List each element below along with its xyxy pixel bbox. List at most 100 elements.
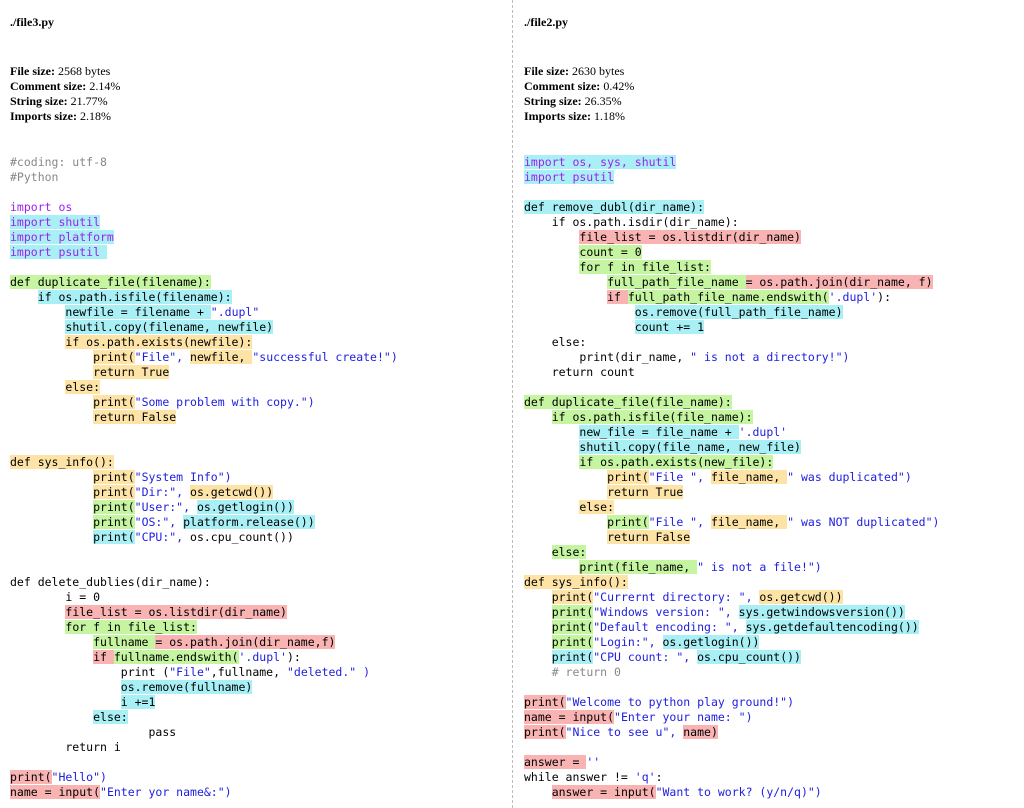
code-token: i +=1 xyxy=(120,695,156,709)
code-line: while answer != 'q': xyxy=(524,770,939,785)
right-code-view: import os, sys, shutil import psutil def r… xyxy=(524,155,939,800)
code-token: new_file = file_name + xyxy=(579,425,739,439)
code-token: print( xyxy=(607,470,649,484)
code-line: i +=1 xyxy=(10,695,398,710)
code-line: print("Windows version: ", sys.getwindow… xyxy=(524,605,939,620)
code-token: print( xyxy=(93,515,135,529)
code-token: print( xyxy=(93,485,135,499)
code-line: name = input("Enter your name: ") xyxy=(524,710,939,725)
code-token: " is not a file!") xyxy=(697,560,822,574)
code-token: os.cpu_count()) xyxy=(697,650,801,664)
code-token: "Windows version: ", xyxy=(593,605,739,619)
code-line: else: xyxy=(524,545,939,560)
code-line: return False xyxy=(10,410,398,425)
code-line: print(dir_name, " is not a directory!") xyxy=(524,350,939,365)
code-line: for f in file_list: xyxy=(10,620,398,635)
code-token: "File ", xyxy=(648,515,711,529)
code-token: if xyxy=(93,650,114,664)
code-token: "Dir:", xyxy=(134,485,191,499)
code-token: '.dupl' xyxy=(738,425,788,439)
code-token: fullname.endswith( xyxy=(113,650,239,664)
right-stat-file-size: File size: 2630 bytes xyxy=(524,64,625,78)
code-line: return False xyxy=(524,530,939,545)
left-stat-file-size: File size: 2568 bytes xyxy=(10,64,111,78)
code-line: #Python xyxy=(10,170,398,185)
code-token: file_name, xyxy=(710,470,788,484)
code-line: i = 0 xyxy=(10,590,398,605)
code-token: print( xyxy=(93,395,135,409)
code-token: else: xyxy=(524,335,587,349)
panel-divider xyxy=(512,0,513,808)
code-token: "File", xyxy=(134,350,191,364)
code-token: os.getcwd()) xyxy=(190,485,274,499)
code-line: return True xyxy=(10,365,398,380)
code-line: if os.path.exists(newfile): xyxy=(10,335,398,350)
code-token: "Enter yor name&:") xyxy=(100,785,232,799)
code-token: ".dupl" xyxy=(210,305,260,319)
code-line: print("Currernt directory: ", os.getcwd(… xyxy=(524,590,939,605)
code-token: "OS:", xyxy=(134,515,184,529)
code-token: newfile = filename + xyxy=(65,305,211,319)
code-line: print("User:", os.getlogin()) xyxy=(10,500,398,515)
code-token: "Default encoding: ", xyxy=(593,620,746,634)
code-token: import platform xyxy=(10,230,114,244)
code-token: while answer != xyxy=(524,770,635,784)
code-line: if os.path.isdir(dir_name): xyxy=(524,215,939,230)
code-token: "Nice to see u", xyxy=(565,725,684,739)
code-line: else: xyxy=(10,380,398,395)
code-token: for f in file_list: xyxy=(65,620,197,634)
code-token: else: xyxy=(65,380,101,394)
code-token: print( xyxy=(551,620,594,634)
left-file-stats: File size: 2568 bytes Comment size: 2.14… xyxy=(10,64,120,124)
code-line: os.remove(full_path_file_name) xyxy=(524,305,939,320)
code-token: fullname xyxy=(93,635,156,649)
code-token: print( xyxy=(93,500,135,514)
code-line: # return 0 xyxy=(524,665,939,680)
code-token: def sys_info(): xyxy=(10,455,114,469)
code-line: print("File ", file_name, " was NOT dupl… xyxy=(524,515,939,530)
code-line: print("File ", file_name, " was duplicat… xyxy=(524,470,939,485)
code-token: os.cpu_count()) xyxy=(190,530,294,544)
code-token: else: xyxy=(93,710,128,724)
code-token: import psutil xyxy=(10,245,107,259)
code-token: os.getlogin()) xyxy=(662,635,760,649)
code-token: i = 0 xyxy=(10,590,101,604)
code-token: print( xyxy=(551,605,594,619)
code-line: def sys_info(): xyxy=(10,455,398,470)
code-token: sys.getwindowsversion()) xyxy=(738,605,905,619)
code-token: if os.path.isfile(file_name): xyxy=(551,410,753,424)
code-token: "Enter your name: ") xyxy=(614,710,753,724)
code-token: count = 0 xyxy=(579,245,642,259)
code-line: answer = '' xyxy=(524,755,939,770)
code-token: "File" xyxy=(169,665,211,679)
code-line: def duplicate_file(filename): xyxy=(10,275,398,290)
code-token: count += 1 xyxy=(634,320,705,334)
code-token: name = input( xyxy=(10,785,101,799)
code-token: file_name, xyxy=(710,515,788,529)
code-token: if os.path.isfile(filename): xyxy=(37,290,232,304)
code-token: for f in file_list: xyxy=(579,260,711,274)
code-token: full_path_file_name xyxy=(607,275,746,289)
code-line: import os, sys, shutil xyxy=(524,155,939,170)
